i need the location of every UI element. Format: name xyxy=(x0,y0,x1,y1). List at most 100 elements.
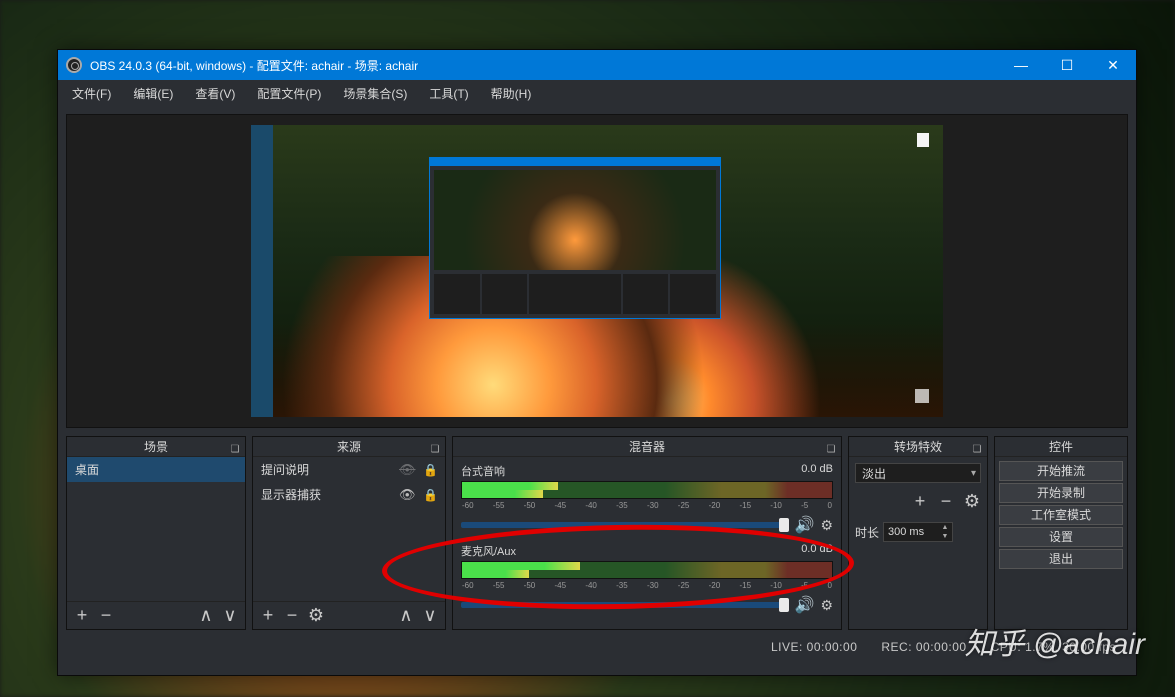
mixer-channel-name: 麦克风/Aux xyxy=(461,543,516,559)
close-button[interactable]: ✕ xyxy=(1090,50,1136,80)
transition-selected-label: 淡出 xyxy=(862,465,886,482)
tick-label: -25 xyxy=(678,581,690,591)
start-recording-button[interactable]: 开始录制 xyxy=(999,483,1123,503)
minimize-button[interactable]: — xyxy=(998,50,1044,80)
speaker-icon[interactable]: 🔊 xyxy=(795,515,815,535)
tick-label: -30 xyxy=(647,501,659,511)
studio-mode-button[interactable]: 工作室模式 xyxy=(999,505,1123,525)
obs-window: OBS 24.0.3 (64-bit, windows) - 配置文件: ach… xyxy=(57,49,1137,676)
recursive-obs-window xyxy=(429,157,721,319)
menu-file[interactable]: 文件(F) xyxy=(62,82,121,105)
menubar: 文件(F) 编辑(E) 查看(V) 配置文件(P) 场景集合(S) 工具(T) … xyxy=(58,80,1136,106)
duration-value: 300 ms xyxy=(888,526,924,538)
gear-icon[interactable]: ⚙ xyxy=(820,597,833,614)
tick-label: -40 xyxy=(585,581,597,591)
transitions-panel: 转场特效 ❏ 淡出 ▾ + − ⚙ 时长 300 ms xyxy=(848,436,988,630)
maximize-button[interactable]: ☐ xyxy=(1044,50,1090,80)
sources-panel: 来源 ❏ 提问说明 👁 🔒 显示器捕获 👁 🔒 + − ⚙ xyxy=(252,436,446,630)
scene-item[interactable]: 桌面 xyxy=(67,457,245,482)
scene-remove-button[interactable]: − xyxy=(97,605,115,626)
visibility-toggle-icon[interactable]: 👁 xyxy=(399,487,417,503)
mixer-undock-icon[interactable]: ❏ xyxy=(825,440,837,452)
slider-thumb[interactable] xyxy=(779,518,789,532)
source-moveup-button[interactable]: ∧ xyxy=(397,605,415,626)
tick-label: -45 xyxy=(554,581,566,591)
controls-panel-title: 控件 xyxy=(995,437,1127,457)
source-label: 显示器捕获 xyxy=(261,486,393,503)
mixer-channel-db: 0.0 dB xyxy=(801,463,833,479)
source-properties-button[interactable]: ⚙ xyxy=(307,605,325,626)
preview-canvas[interactable] xyxy=(66,114,1128,428)
mixer-channel-db: 0.0 dB xyxy=(801,543,833,559)
watermark: 知乎 @achair xyxy=(965,619,1146,663)
menu-scene-collection[interactable]: 场景集合(S) xyxy=(333,82,417,105)
meter-scale: -60-55-50-45-40-35-30-25-20-15-10-50 xyxy=(461,501,833,511)
menu-profile[interactable]: 配置文件(P) xyxy=(247,82,331,105)
tick-label: -55 xyxy=(493,581,505,591)
tick-label: -5 xyxy=(801,581,808,591)
captured-file-icon xyxy=(917,133,929,147)
sources-undock-icon[interactable]: ❏ xyxy=(429,440,441,452)
mixer-panel-title: 混音器 ❏ xyxy=(453,437,841,457)
spin-up-icon[interactable]: ▲ xyxy=(938,523,952,532)
transition-remove-button[interactable]: − xyxy=(937,491,955,512)
docks-row: 场景 ❏ 桌面 + − ∧ ∨ 来源 ❏ 提问说明 xyxy=(58,436,1136,636)
window-title: OBS 24.0.3 (64-bit, windows) - 配置文件: ach… xyxy=(90,57,998,74)
source-item[interactable]: 显示器捕获 👁 🔒 xyxy=(253,482,445,507)
tick-label: -20 xyxy=(709,581,721,591)
scene-moveup-button[interactable]: ∧ xyxy=(197,605,215,626)
mixer-panel: 混音器 ❏ 台式音响 0.0 dB -60 -55 -50 -45 -40 -35 -30 -… xyxy=(452,436,842,630)
tick-label: -35 xyxy=(616,581,628,591)
tick-label: -55 xyxy=(493,501,505,511)
obs-app-icon xyxy=(66,57,82,73)
status-rec: REC: 00:00:00 xyxy=(881,640,966,654)
tick-label: -20 xyxy=(709,501,721,511)
speaker-icon[interactable]: 🔊 xyxy=(795,595,815,615)
transition-add-button[interactable]: + xyxy=(911,491,929,512)
chevron-updown-icon: ▾ xyxy=(971,468,976,479)
settings-button[interactable]: 设置 xyxy=(999,527,1123,547)
tick-label: -15 xyxy=(739,581,751,591)
gear-icon[interactable]: ⚙ xyxy=(820,517,833,534)
source-remove-button[interactable]: − xyxy=(283,605,301,626)
duration-spinbox[interactable]: 300 ms ▲ ▼ xyxy=(883,522,953,542)
mixer-channel-name: 台式音响 xyxy=(461,463,505,479)
source-movedown-button[interactable]: ∨ xyxy=(421,605,439,626)
menu-view[interactable]: 查看(V) xyxy=(185,82,245,105)
source-item[interactable]: 提问说明 👁 🔒 xyxy=(253,457,445,482)
transitions-undock-icon[interactable]: ❏ xyxy=(971,440,983,452)
audio-meter xyxy=(461,481,833,499)
status-live: LIVE: 00:00:00 xyxy=(771,640,857,654)
exit-button[interactable]: 退出 xyxy=(999,549,1123,569)
menu-edit[interactable]: 编辑(E) xyxy=(123,82,183,105)
scenes-panel-title: 场景 ❏ xyxy=(67,437,245,457)
captured-recycle-bin-icon xyxy=(915,389,929,403)
visibility-toggle-icon[interactable]: 👁 xyxy=(399,462,417,478)
source-add-button[interactable]: + xyxy=(259,605,277,626)
menu-help[interactable]: 帮助(H) xyxy=(481,82,542,105)
transition-select[interactable]: 淡出 ▾ xyxy=(855,463,981,483)
tick-label: -50 xyxy=(524,581,536,591)
controls-panel: 控件 开始推流 开始录制 工作室模式 设置 退出 xyxy=(994,436,1128,630)
volume-slider[interactable] xyxy=(461,522,789,528)
spin-down-icon[interactable]: ▼ xyxy=(938,532,952,541)
lock-icon[interactable]: 🔒 xyxy=(423,488,437,502)
tick-label: -40 xyxy=(585,501,597,511)
tick-label: -60 xyxy=(462,501,474,511)
slider-thumb[interactable] xyxy=(779,598,789,612)
tick-label: -10 xyxy=(770,581,782,591)
tick-label: -35 xyxy=(616,501,628,511)
duration-label: 时长 xyxy=(855,524,879,541)
menu-tools[interactable]: 工具(T) xyxy=(419,82,478,105)
scene-add-button[interactable]: + xyxy=(73,605,91,626)
scenes-undock-icon[interactable]: ❏ xyxy=(229,440,241,452)
scene-movedown-button[interactable]: ∨ xyxy=(221,605,239,626)
tick-label: -60 xyxy=(462,581,474,591)
lock-icon[interactable]: 🔒 xyxy=(423,463,437,477)
transition-properties-button[interactable]: ⚙ xyxy=(963,491,981,512)
titlebar[interactable]: OBS 24.0.3 (64-bit, windows) - 配置文件: ach… xyxy=(58,50,1136,80)
scenes-panel: 场景 ❏ 桌面 + − ∧ ∨ xyxy=(66,436,246,630)
source-label: 提问说明 xyxy=(261,461,393,478)
start-streaming-button[interactable]: 开始推流 xyxy=(999,461,1123,481)
volume-slider[interactable] xyxy=(461,602,789,608)
